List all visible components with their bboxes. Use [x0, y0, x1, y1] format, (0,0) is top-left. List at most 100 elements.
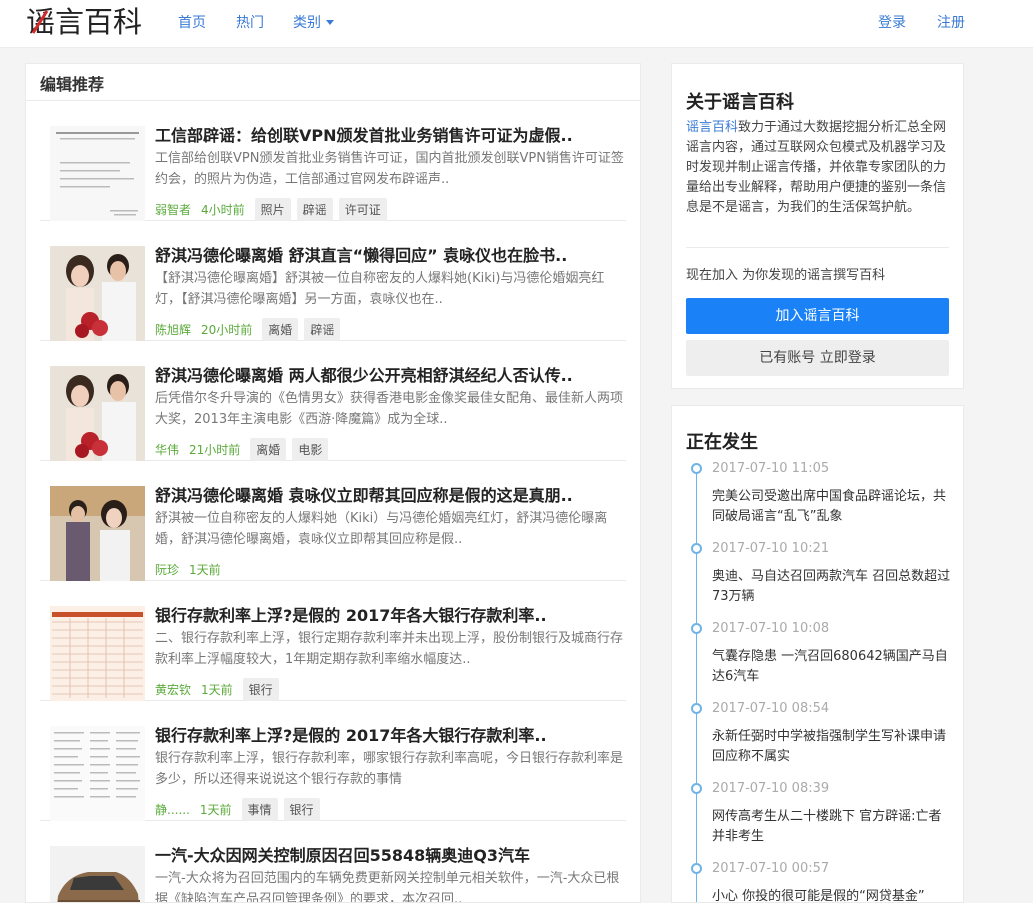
timeline-time: 2017-07-10 10:08	[712, 621, 830, 636]
article-tag[interactable]: 银行	[283, 797, 320, 821]
divider	[686, 247, 949, 248]
article-title[interactable]: 银行存款利率上浮?是假的 2017年各大银行存款利率..	[155, 722, 625, 746]
article-title[interactable]: 工信部辟谣：给创联VPN颁发首批业务销售许可证为虚假..	[155, 122, 625, 146]
happening-title: 正在发生	[686, 432, 758, 453]
article-item: 舒淇冯德伦曝离婚 舒淇直言“懒得回应” 袁咏仪也在脸书.. 【舒淇冯德伦曝离婚】…	[40, 221, 626, 341]
about-title: 关于谣言百科	[686, 92, 794, 113]
article-author[interactable]: 弱智者	[155, 201, 191, 218]
timeline: 2017-07-10 11:05 完美公司受邀出席中国食品辟谣论坛，共同破局谣言…	[686, 461, 956, 902]
article-tag[interactable]: 辟谣	[304, 317, 341, 341]
section-title: 编辑推荐	[26, 64, 640, 101]
article-tag[interactable]: 银行	[242, 677, 279, 701]
timeline-item: 2017-07-10 00:57 小心 你投的很可能是假的“网贷基金”	[686, 861, 956, 902]
timeline-link[interactable]: 网传高考生从二十楼跳下 官方辟谣:亡者并非考生	[712, 807, 952, 847]
article-thumbnail[interactable]	[50, 486, 145, 581]
article-item: 一汽-大众因网关控制原因召回55848辆奥迪Q3汽车 一汽-大众将为召回范围内的…	[40, 821, 626, 903]
timeline-item: 2017-07-10 11:05 完美公司受邀出席中国食品辟谣论坛，共同破局谣言…	[686, 461, 956, 541]
timeline-link[interactable]: 永新任弼时中学被指强制学生写补课申请 回应称不属实	[712, 727, 952, 767]
article-meta: 静...... 1天前 事情 银行	[155, 797, 326, 821]
article-tag[interactable]: 照片	[254, 197, 291, 221]
article-time: 20小时前	[201, 322, 253, 337]
timeline-link[interactable]: 小心 你投的很可能是假的“网贷基金”	[712, 887, 952, 902]
happening-panel: 正在发生 2017-07-10 11:05 完美公司受邀出席中国食品辟谣论坛，共…	[671, 405, 964, 903]
article-author[interactable]: 黄宏钦	[155, 681, 191, 698]
article-item: 工信部辟谣：给创联VPN颁发首批业务销售许可证为虚假.. 工信部给创联VPN颁发…	[40, 101, 626, 221]
article-summary: 一汽-大众将为召回范围内的车辆免费更新网关控制单元相关软件，一汽-大众已根据《缺…	[155, 871, 620, 903]
about-description: 谣言百科致力于通过大数据挖掘分析汇总全网谣言内容，通过互联网众包模式及机器学习及…	[686, 118, 949, 218]
article-author[interactable]: 陈旭辉	[155, 321, 191, 338]
article-title[interactable]: 舒淇冯德伦曝离婚 舒淇直言“懒得回应” 袁咏仪也在脸书..	[155, 242, 625, 266]
article-author[interactable]: 华伟	[155, 441, 179, 458]
article-tag[interactable]: 事情	[241, 797, 278, 821]
join-button[interactable]: 加入谣言百科	[686, 298, 949, 334]
timeline-time: 2017-07-10 10:21	[712, 541, 830, 556]
article-title[interactable]: 银行存款利率上浮?是假的 2017年各大银行存款利率..	[155, 602, 625, 626]
article-item: 舒淇冯德伦曝离婚 两人都很少公开亮相舒淇经纪人否认传.. 后凭借尔冬升导演的《色…	[40, 341, 626, 461]
timeline-item: 2017-07-10 10:08 气囊存隐患 一汽召回680642辆国产马自达6…	[686, 621, 956, 701]
timeline-time: 2017-07-10 11:05	[712, 461, 830, 476]
article-summary: 【舒淇冯德伦曝离婚】舒淇被一位自称密友的人爆料她(Kiki)与冯德伦婚姻亮红灯，…	[155, 271, 605, 307]
timeline-dot-icon	[691, 623, 702, 634]
timeline-item: 2017-07-10 10:21 奥迪、马自达召回两款汽车 召回总数超过73万辆	[686, 541, 956, 621]
nav-category-label: 类别	[293, 15, 321, 31]
login-link[interactable]: 登录	[878, 12, 906, 32]
register-link[interactable]: 注册	[937, 12, 965, 32]
article-time: 1天前	[189, 562, 221, 577]
article-thumbnail[interactable]	[50, 846, 145, 902]
timeline-dot-icon	[691, 863, 702, 874]
article-time: 21小时前	[189, 442, 241, 457]
timeline-link[interactable]: 气囊存隐患 一汽召回680642辆国产马自达6汽车	[712, 647, 952, 687]
article-summary: 工信部给创联VPN颁发首批业务销售许可证，国内首批颁发创联VPN销售许可证签约会…	[155, 151, 624, 187]
about-panel: 关于谣言百科 谣言百科致力于通过大数据挖掘分析汇总全网谣言内容，通过互联网众包模…	[671, 63, 964, 389]
timeline-item: 2017-07-10 08:54 永新任弼时中学被指强制学生写补课申请 回应称不…	[686, 701, 956, 781]
article-title[interactable]: 舒淇冯德伦曝离婚 袁咏仪立即帮其回应称是假的这是真朋..	[155, 482, 625, 506]
logo-slash-mark	[31, 10, 49, 34]
article-meta: 阮珍 1天前	[155, 557, 231, 581]
article-meta: 黄宏钦 1天前 银行	[155, 677, 285, 701]
article-feed: 工信部辟谣：给创联VPN颁发首批业务销售许可证为虚假.. 工信部给创联VPN颁发…	[26, 101, 640, 903]
article-thumbnail[interactable]	[50, 366, 145, 461]
article-thumbnail[interactable]	[50, 126, 145, 221]
timeline-time: 2017-07-10 08:39	[712, 781, 830, 796]
article-summary: 银行存款利率上浮，银行存款利率，哪家银行存款利率高呢，今日银行存款利率是多少，所…	[155, 751, 624, 787]
nav-category-dropdown[interactable]: 类别	[293, 12, 334, 32]
login-button[interactable]: 已有账号 立即登录	[686, 340, 949, 376]
timeline-dot-icon	[691, 543, 702, 554]
article-meta: 陈旭辉 20小时前 离婚 辟谣	[155, 317, 346, 341]
article-thumbnail[interactable]	[50, 246, 145, 341]
timeline-item: 2017-07-10 08:39 网传高考生从二十楼跳下 官方辟谣:亡者并非考生	[686, 781, 956, 861]
article-tag[interactable]: 电影	[292, 437, 329, 461]
timeline-dot-icon	[691, 463, 702, 474]
editor-picks-panel: 编辑推荐 工信部辟谣：给创联VPN颁发首批业务销售许可证为虚假.. 工信部给创联…	[25, 63, 641, 903]
article-author[interactable]: 阮珍	[155, 561, 179, 578]
article-item: 舒淇冯德伦曝离婚 袁咏仪立即帮其回应称是假的这是真朋.. 舒淇被一位自称密友的人…	[40, 461, 626, 581]
top-navbar: 谣言百科 首页 热门 类别 登录 注册	[0, 0, 1033, 48]
article-item: 银行存款利率上浮?是假的 2017年各大银行存款利率.. 二、银行存款利率上浮，…	[40, 581, 626, 701]
article-tag[interactable]: 许可证	[338, 197, 387, 221]
about-brand-link[interactable]: 谣言百科	[686, 120, 738, 135]
join-prompt: 现在加入 为你发现的谣言撰写百科	[686, 268, 886, 283]
nav-home[interactable]: 首页	[178, 12, 206, 32]
article-summary: 后凭借尔冬升导演的《色情男女》获得香港电影金像奖最佳女配角、最佳新人两项大奖，2…	[155, 391, 624, 427]
article-meta: 华伟 21小时前 离婚 电影	[155, 437, 334, 461]
timeline-link[interactable]: 完美公司受邀出席中国食品辟谣论坛，共同破局谣言“乱飞”乱象	[712, 487, 952, 527]
article-item: 银行存款利率上浮?是假的 2017年各大银行存款利率.. 银行存款利率上浮，银行…	[40, 701, 626, 821]
article-thumbnail[interactable]	[50, 606, 145, 701]
site-logo[interactable]: 谣言百科	[26, 2, 142, 42]
article-time: 4小时前	[201, 202, 245, 217]
article-thumbnail[interactable]	[50, 726, 145, 821]
article-author[interactable]: 静......	[155, 801, 190, 818]
timeline-dot-icon	[691, 783, 702, 794]
article-tag[interactable]: 离婚	[262, 317, 299, 341]
article-tag[interactable]: 离婚	[250, 437, 287, 461]
article-title[interactable]: 舒淇冯德伦曝离婚 两人都很少公开亮相舒淇经纪人否认传..	[155, 362, 625, 386]
timeline-dot-icon	[691, 703, 702, 714]
nav-hot[interactable]: 热门	[236, 12, 264, 32]
article-summary: 舒淇被一位自称密友的人爆料她（Kiki）与冯德伦婚姻亮红灯，舒淇冯德伦曝离婚，舒…	[155, 511, 608, 547]
article-tag[interactable]: 辟谣	[296, 197, 333, 221]
timeline-time: 2017-07-10 00:57	[712, 861, 830, 876]
timeline-link[interactable]: 奥迪、马自达召回两款汽车 召回总数超过73万辆	[712, 567, 952, 607]
article-title[interactable]: 一汽-大众因网关控制原因召回55848辆奥迪Q3汽车	[155, 842, 625, 866]
article-time: 1天前	[201, 682, 233, 697]
article-meta: 弱智者 4小时前 照片 辟谣 许可证	[155, 197, 393, 221]
